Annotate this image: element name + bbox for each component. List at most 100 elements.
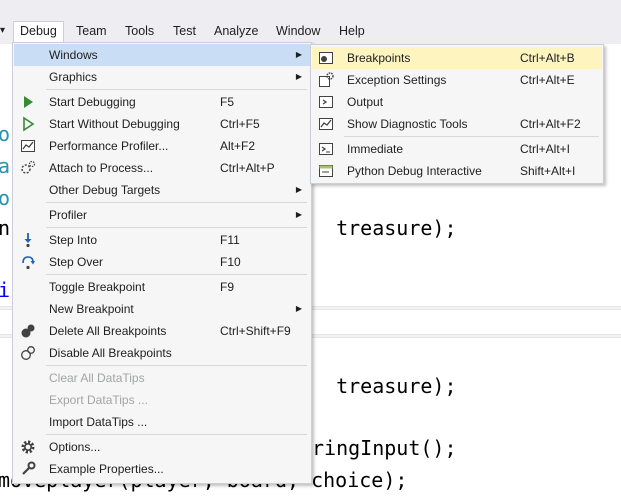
output-icon <box>319 96 333 108</box>
menubar-overflow-icon[interactable]: ▾ <box>0 21 8 41</box>
menu-analyze[interactable]: Analyze <box>208 21 264 41</box>
attach-icon <box>21 160 36 174</box>
menu-divider <box>46 365 307 366</box>
delete-breakpoints-icon <box>21 324 35 338</box>
menu-item-other-debug-targets[interactable]: Other Debug Targets ▶ <box>14 179 310 201</box>
menu-item-start-without-debugging[interactable]: Start Without Debugging Ctrl+F5 <box>14 113 310 135</box>
submenu-arrow-icon: ▶ <box>295 50 302 59</box>
submenu-arrow-icon: ▶ <box>295 72 302 81</box>
menu-divider <box>46 202 307 203</box>
menu-item-shortcut: Alt+F2 <box>220 139 256 153</box>
menu-item-shortcut: Ctrl+Alt+I <box>520 142 571 156</box>
menu-item-label: Other Debug Targets <box>49 183 161 197</box>
submenu-arrow-icon: ▶ <box>295 185 302 194</box>
submenu-arrow-icon: ▶ <box>295 210 302 219</box>
menu-item-shortcut: F11 <box>220 233 240 247</box>
menu-divider <box>46 227 307 228</box>
breakpoints-window-icon <box>319 52 333 64</box>
menu-item-disable-all-breakpoints[interactable]: Disable All Breakpoints <box>14 342 310 364</box>
menu-item-label: Breakpoints <box>347 51 411 65</box>
menu-tools[interactable]: Tools <box>119 21 160 41</box>
menu-item-label: Show Diagnostic Tools <box>347 117 468 131</box>
menu-item-shortcut: F5 <box>220 95 235 109</box>
menu-item-label: Step Into <box>49 233 98 247</box>
menu-item-shortcut: Ctrl+F5 <box>220 117 260 131</box>
menu-item-shortcut: Ctrl+Shift+F9 <box>220 324 291 338</box>
menu-item-graphics[interactable]: Graphics ▶ <box>14 66 310 88</box>
menu-item-label: Performance Profiler... <box>49 139 169 153</box>
step-over-icon <box>22 256 35 270</box>
code-line-tail: treasure); <box>312 216 457 240</box>
menu-item-label: Attach to Process... <box>49 161 154 175</box>
play-icon <box>24 96 33 108</box>
menu-item-label: Delete All Breakpoints <box>49 324 167 338</box>
menu-item-shortcut: Shift+Alt+I <box>520 164 576 178</box>
menu-debug[interactable]: Debug <box>13 21 64 43</box>
menu-item-step-over[interactable]: Step Over F10 <box>14 251 310 273</box>
menu-item-python-debug-interactive[interactable]: Python Debug Interactive Shift+Alt+I <box>312 160 602 182</box>
menu-item-import-datatips[interactable]: Import DataTips ... <box>14 411 310 433</box>
menu-item-performance-profiler[interactable]: Performance Profiler... Alt+F2 <box>14 135 310 157</box>
immediate-icon <box>319 143 333 155</box>
menu-item-shortcut: Ctrl+Alt+P <box>220 161 275 175</box>
menu-team[interactable]: Team <box>70 21 113 41</box>
menu-item-example-properties[interactable]: Example Properties... <box>14 458 310 480</box>
code-line: a <box>0 154 11 178</box>
menu-item-shortcut: Ctrl+Alt+F2 <box>520 117 581 131</box>
menu-bar: ▾ Debug Team Tools Test Analyze Window H… <box>0 0 621 44</box>
code-line: i <box>0 278 11 302</box>
code-line-tail: ringInput(); <box>312 436 457 460</box>
menu-divider <box>46 434 307 435</box>
menu-item-attach-to-process[interactable]: Attach to Process... Ctrl+Alt+P <box>14 157 310 179</box>
menu-item-export-datatips: Export DataTips ... <box>14 389 310 411</box>
menu-window[interactable]: Window <box>270 21 326 41</box>
profiler-icon <box>21 140 35 152</box>
menu-help[interactable]: Help <box>333 21 371 41</box>
debug-menu: Windows ▶ Graphics ▶ Start Debugging F5 … <box>12 42 312 484</box>
menu-item-label: Toggle Breakpoint <box>49 280 146 294</box>
diagnostic-tools-icon <box>319 118 333 130</box>
python-interactive-icon <box>319 165 333 177</box>
menu-item-label: Example Properties... <box>49 462 164 476</box>
menu-divider <box>344 136 599 137</box>
menu-item-clear-all-datatips: Clear All DataTips <box>14 367 310 389</box>
menu-item-breakpoints[interactable]: Breakpoints Ctrl+Alt+B <box>312 47 602 69</box>
menu-item-label: Step Over <box>49 255 104 269</box>
menu-divider <box>46 89 307 90</box>
menu-item-label: Import DataTips ... <box>49 415 148 429</box>
menu-item-exception-settings[interactable]: Exception Settings Ctrl+Alt+E <box>312 69 602 91</box>
menu-item-windows[interactable]: Windows ▶ <box>14 44 310 66</box>
menu-item-step-into[interactable]: Step Into F11 <box>14 229 310 251</box>
menu-item-profiler[interactable]: Profiler ▶ <box>14 204 310 226</box>
windows-submenu: Breakpoints Ctrl+Alt+B Exception Setting… <box>310 44 604 184</box>
menu-item-label: Graphics <box>49 70 98 84</box>
menu-item-immediate[interactable]: Immediate Ctrl+Alt+I <box>312 138 602 160</box>
menu-item-delete-all-breakpoints[interactable]: Delete All Breakpoints Ctrl+Shift+F9 <box>14 320 310 342</box>
code-line-tail: treasure); <box>312 374 457 398</box>
code-line: o <box>0 186 11 210</box>
menu-item-start-debugging[interactable]: Start Debugging F5 <box>14 91 310 113</box>
menu-item-label: Windows <box>49 48 98 62</box>
menu-item-label: Export DataTips ... <box>49 393 148 407</box>
disable-breakpoints-icon <box>21 346 35 360</box>
menu-item-label: Start Without Debugging <box>49 117 180 131</box>
step-into-icon <box>24 233 32 248</box>
menu-item-show-diagnostic-tools[interactable]: Show Diagnostic Tools Ctrl+Alt+F2 <box>312 113 602 135</box>
menu-item-toggle-breakpoint[interactable]: Toggle Breakpoint F9 <box>14 276 310 298</box>
wrench-icon <box>22 461 36 475</box>
menu-item-label: New Breakpoint <box>49 302 134 316</box>
menu-item-label: Disable All Breakpoints <box>49 346 172 360</box>
menu-divider <box>46 274 307 275</box>
menu-item-options[interactable]: Options... <box>14 436 310 458</box>
menu-item-output[interactable]: Output <box>312 91 602 113</box>
menu-item-label: Output <box>347 95 384 109</box>
menu-test[interactable]: Test <box>167 21 202 41</box>
exception-settings-icon <box>319 72 334 87</box>
menu-item-new-breakpoint[interactable]: New Breakpoint ▶ <box>14 298 310 320</box>
menu-item-label: Options... <box>49 440 101 454</box>
gear-icon <box>21 440 35 454</box>
menu-item-shortcut: F10 <box>220 255 241 269</box>
menu-item-label: Python Debug Interactive <box>347 164 482 178</box>
menu-item-label: Immediate <box>347 142 404 156</box>
play-outline-icon <box>23 116 35 132</box>
